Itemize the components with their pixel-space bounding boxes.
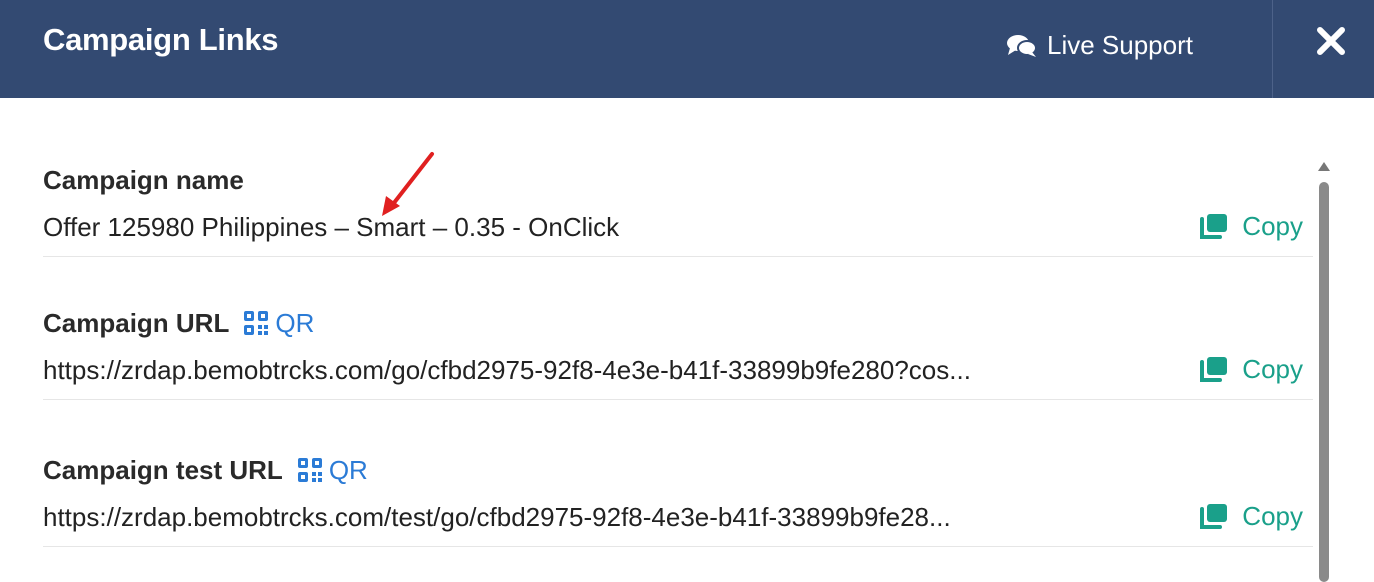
campaign-name-label: Campaign name [43, 164, 244, 195]
copy-icon [1200, 503, 1228, 529]
campaign-url-qr-button[interactable]: QR [243, 308, 314, 339]
live-support-button[interactable]: Live Support [1005, 30, 1193, 61]
campaign-name-value-row: Offer 125980 Philippines – Smart – 0.35 … [43, 206, 1313, 257]
copy-label: Copy [1242, 354, 1303, 384]
chat-bubbles-icon [1007, 34, 1037, 57]
scroll-up-arrow-icon[interactable] [1318, 162, 1330, 171]
copy-label: Copy [1242, 211, 1303, 241]
campaign-test-url-value-row: https://zrdap.bemobtrcks.com/test/go/cfb… [43, 496, 1313, 547]
header-divider [1272, 0, 1273, 98]
campaign-test-url-value[interactable]: https://zrdap.bemobtrcks.com/test/go/cfb… [43, 502, 951, 533]
copy-campaign-name-button[interactable]: Copy [1198, 211, 1303, 242]
copy-label: Copy [1242, 501, 1303, 531]
qr-code-icon [244, 311, 269, 335]
qr-label: QR [328, 454, 368, 485]
copy-icon [1200, 356, 1228, 382]
campaign-name-value[interactable]: Offer 125980 Philippines – Smart – 0.35 … [43, 212, 619, 243]
live-support-label: Live Support [1047, 30, 1193, 60]
qr-label: QR [275, 307, 315, 338]
annotation-arrow [382, 152, 434, 216]
campaign-test-url-field: Campaign test URL QR https://zrdap.bemob… [43, 452, 1313, 547]
copy-icon [1200, 213, 1228, 239]
campaign-test-url-qr-button[interactable]: QR [297, 455, 368, 486]
campaign-url-field: Campaign URL QR https://zrdap.bemobtrcks… [43, 305, 1313, 400]
field-label: Campaign name [43, 162, 1313, 198]
copy-campaign-url-button[interactable]: Copy [1198, 354, 1303, 385]
campaign-test-url-label: Campaign test URL [43, 454, 283, 485]
close-button[interactable] [1312, 22, 1352, 62]
field-label: Campaign URL QR [43, 305, 1313, 341]
campaign-name-field: Campaign name Offer 125980 Philippines –… [43, 162, 1313, 257]
campaign-url-value-row: https://zrdap.bemobtrcks.com/go/cfbd2975… [43, 349, 1313, 400]
close-icon [1317, 27, 1345, 55]
qr-code-icon [297, 458, 322, 482]
copy-campaign-test-url-button[interactable]: Copy [1198, 501, 1303, 532]
scrollbar-thumb[interactable] [1319, 182, 1329, 582]
modal-title: Campaign Links [43, 22, 279, 57]
field-label: Campaign test URL QR [43, 452, 1313, 488]
modal-header: Campaign Links Live Support [0, 0, 1374, 98]
campaign-url-label: Campaign URL [43, 307, 230, 338]
campaign-url-value[interactable]: https://zrdap.bemobtrcks.com/go/cfbd2975… [43, 355, 971, 386]
